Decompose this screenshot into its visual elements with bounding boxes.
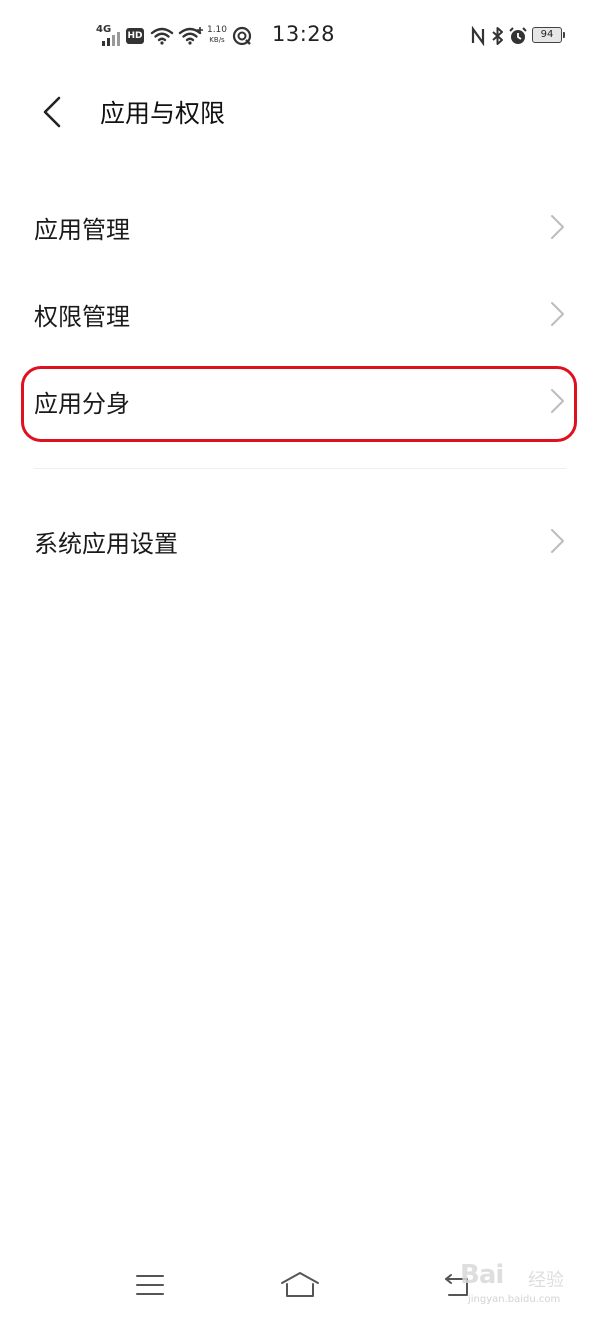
status-bar: 4G HD 1.10 KB/s 13:28 94 [0, 0, 600, 72]
divider [34, 468, 566, 469]
back-button[interactable] [30, 90, 74, 134]
network-speed-value: 1.10 [206, 25, 228, 35]
alarm-icon [508, 26, 528, 50]
watermark-sub: 经验 [528, 1270, 564, 1291]
qa-icon [232, 26, 252, 50]
list-item-label: 应用分身 [34, 390, 130, 418]
wifi-icon [150, 26, 174, 50]
network-speed-unit: KB/s [209, 36, 225, 44]
watermark-logo: Bai 经验 jingyan.baidu.com [460, 1256, 580, 1308]
list-item-label: 应用管理 [34, 216, 130, 244]
list-item-system-app-settings[interactable]: 系统应用设置 [0, 496, 600, 584]
network-speed: 1.10 KB/s [206, 25, 228, 45]
list-item-app-management[interactable]: 应用管理 [0, 182, 600, 270]
home-button[interactable] [278, 1268, 322, 1302]
chevron-left-icon [43, 96, 61, 128]
hd-icon: HD [126, 28, 144, 44]
home-icon [281, 1272, 319, 1297]
bluetooth-icon [490, 26, 506, 50]
list-item-label: 系统应用设置 [34, 530, 178, 558]
header: 应用与权限 [0, 80, 600, 144]
chevron-right-icon [551, 529, 564, 553]
nfc-icon [470, 25, 486, 50]
signal-icon: 4G [96, 24, 124, 48]
list-item-app-clone[interactable]: 应用分身 [0, 356, 600, 444]
chevron-right-icon [551, 302, 564, 326]
watermark-brand: Bai [460, 1260, 504, 1290]
chevron-right-icon [551, 215, 564, 239]
list-item-permission-management[interactable]: 权限管理 [0, 269, 600, 357]
battery-level: 94 [540, 29, 554, 40]
list-item-label: 权限管理 [34, 303, 130, 331]
chevron-right-icon [551, 389, 564, 413]
menu-icon [136, 1275, 164, 1295]
menu-button[interactable] [128, 1268, 172, 1302]
wifi-plus-icon [178, 26, 204, 50]
status-time: 13:28 [272, 22, 336, 46]
watermark-url: jingyan.baidu.com [468, 1294, 561, 1305]
page-title: 应用与权限 [100, 99, 226, 128]
battery-icon: 94 [532, 27, 565, 43]
